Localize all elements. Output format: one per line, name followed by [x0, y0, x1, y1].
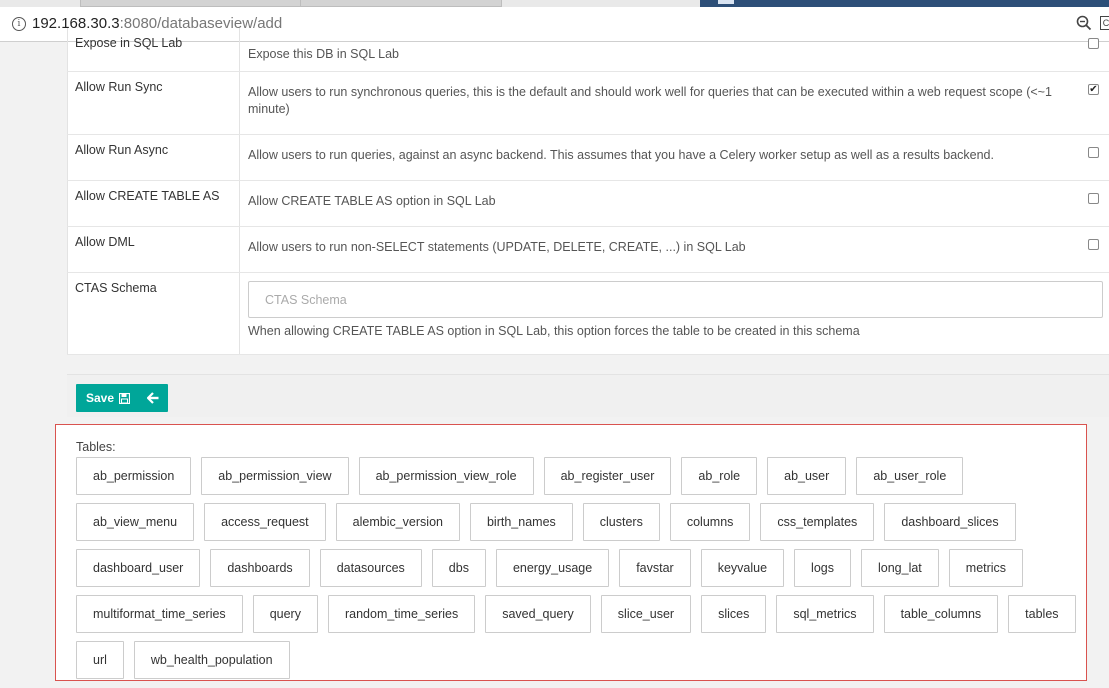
table-chip[interactable]: tables: [1008, 595, 1076, 633]
table-chip[interactable]: sql_metrics: [776, 595, 874, 633]
browser-tab-active[interactable]: [700, 0, 1109, 7]
field-label: Allow Run Sync: [67, 72, 240, 134]
table-chip[interactable]: css_templates: [760, 503, 875, 541]
form-row-expose-in-sqllab: Expose in SQL Lab Expose this DB in SQL …: [67, 28, 1109, 72]
tables-panel: Tables: ab_permission ab_permission_view a…: [55, 424, 1087, 681]
table-chip[interactable]: query: [252, 595, 318, 633]
browser-tab[interactable]: [80, 0, 302, 7]
table-chip[interactable]: keyvalue: [700, 549, 785, 587]
field-help-text: When allowing CREATE TABLE AS option in …: [248, 324, 860, 338]
field-description: Allow users to run queries, against an a…: [248, 148, 994, 162]
field-label: Allow Run Async: [67, 135, 240, 180]
table-chip[interactable]: dashboard_user: [76, 549, 201, 587]
arrow-left-icon: [147, 392, 159, 404]
table-chip[interactable]: url: [76, 641, 124, 679]
database-form: Expose in SQL Lab Expose this DB in SQL …: [67, 28, 1109, 355]
table-chip[interactable]: wb_health_population: [133, 641, 290, 679]
table-chip[interactable]: favstar: [619, 549, 691, 587]
form-row-allow-dml: Allow DML Allow users to run non-SELECT …: [67, 227, 1109, 273]
table-chip[interactable]: slices: [701, 595, 767, 633]
field-label: Expose in SQL Lab: [67, 28, 240, 71]
table-chip[interactable]: table_columns: [883, 595, 999, 633]
field-label: Allow CREATE TABLE AS: [67, 181, 240, 226]
page-content: Expose in SQL Lab Expose this DB in SQL …: [0, 28, 1109, 688]
tables-label: Tables:: [76, 440, 116, 454]
table-chip[interactable]: ab_role: [681, 457, 758, 495]
table-chip[interactable]: dashboards: [210, 549, 310, 587]
allow-dml-checkbox[interactable]: [1088, 239, 1099, 250]
table-chip[interactable]: clusters: [582, 503, 660, 541]
table-chip[interactable]: dbs: [431, 549, 486, 587]
table-chip[interactable]: alembic_version: [335, 503, 460, 541]
table-chip[interactable]: ab_user_role: [856, 457, 964, 495]
allow-run-async-checkbox[interactable]: [1088, 147, 1099, 158]
table-chip[interactable]: saved_query: [485, 595, 591, 633]
table-chip[interactable]: birth_names: [469, 503, 573, 541]
tables-list: ab_permission ab_permission_view ab_permis…: [76, 457, 1086, 679]
info-icon[interactable]: i: [12, 17, 26, 31]
save-button-label: Save: [86, 391, 115, 405]
allow-run-sync-checkbox[interactable]: ✔: [1088, 84, 1099, 95]
floppy-disk-icon: [119, 392, 131, 404]
back-button[interactable]: [138, 384, 168, 412]
allow-ctas-checkbox[interactable]: [1088, 193, 1099, 204]
table-chip[interactable]: ab_permission: [76, 457, 192, 495]
form-row-allow-run-sync: Allow Run Sync Allow users to run synchr…: [67, 72, 1109, 135]
field-description: Allow users to run non-SELECT statements…: [248, 240, 746, 254]
table-chip[interactable]: slice_user: [600, 595, 692, 633]
form-row-allow-ctas: Allow CREATE TABLE AS Allow CREATE TABLE…: [67, 181, 1109, 227]
save-button[interactable]: Save: [76, 384, 141, 412]
table-chip[interactable]: ab_permission_view: [201, 457, 349, 495]
form-row-ctas-schema: CTAS Schema When allowing CREATE TABLE A…: [67, 273, 1109, 355]
field-description: Expose this DB in SQL Lab: [248, 47, 400, 61]
table-chip[interactable]: logs: [794, 549, 851, 587]
table-chip[interactable]: multiformat_time_series: [76, 595, 243, 633]
table-chip[interactable]: metrics: [948, 549, 1024, 587]
field-label: Allow DML: [67, 227, 240, 272]
table-chip[interactable]: ab_permission_view_role: [358, 457, 534, 495]
table-chip[interactable]: dashboard_slices: [884, 503, 1016, 541]
field-label: CTAS Schema: [67, 273, 240, 354]
table-chip[interactable]: ab_register_user: [543, 457, 672, 495]
table-chip[interactable]: access_request: [204, 503, 326, 541]
table-chip[interactable]: ab_view_menu: [76, 503, 195, 541]
table-chip[interactable]: long_lat: [860, 549, 939, 587]
form-row-allow-run-async: Allow Run Async Allow users to run queri…: [67, 135, 1109, 181]
form-actions: Save: [67, 374, 1109, 417]
field-description: Allow users to run synchronous queries, …: [248, 85, 1052, 116]
ctas-schema-input[interactable]: [248, 281, 1103, 318]
table-chip[interactable]: energy_usage: [495, 549, 610, 587]
table-chip[interactable]: datasources: [319, 549, 422, 587]
table-chip[interactable]: ab_user: [767, 457, 847, 495]
browser-tab[interactable]: [300, 0, 502, 7]
table-chip[interactable]: random_time_series: [327, 595, 476, 633]
table-chip[interactable]: columns: [669, 503, 751, 541]
field-description: Allow CREATE TABLE AS option in SQL Lab: [248, 194, 496, 208]
expose-in-sqllab-checkbox[interactable]: [1088, 38, 1099, 49]
